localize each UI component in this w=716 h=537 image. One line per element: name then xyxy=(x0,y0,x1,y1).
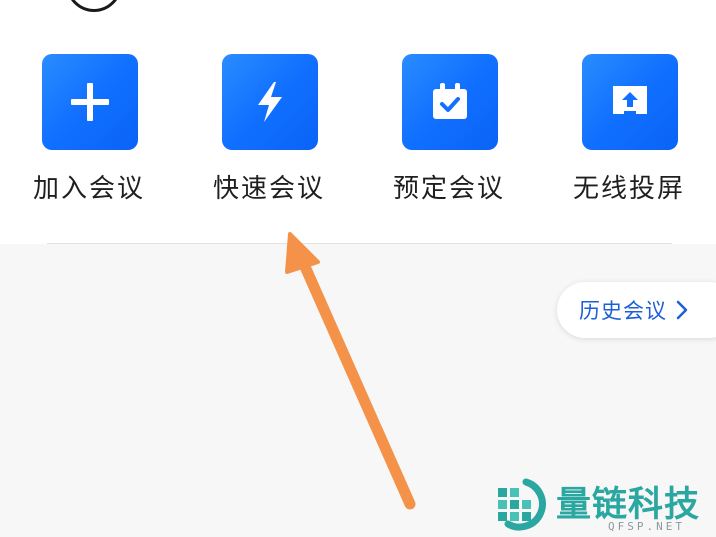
watermark: 量链科技 QFSP.NET xyxy=(496,476,716,537)
watermark-subtitle: QFSP.NET xyxy=(608,520,685,533)
annotation-arrow xyxy=(285,232,416,510)
watermark-logo-icon xyxy=(498,478,546,531)
meeting-home-screen: 加入会议 快速会议 预定会议 无线投屏 历史会议 量链科技 QFSP.NET xyxy=(0,0,716,537)
